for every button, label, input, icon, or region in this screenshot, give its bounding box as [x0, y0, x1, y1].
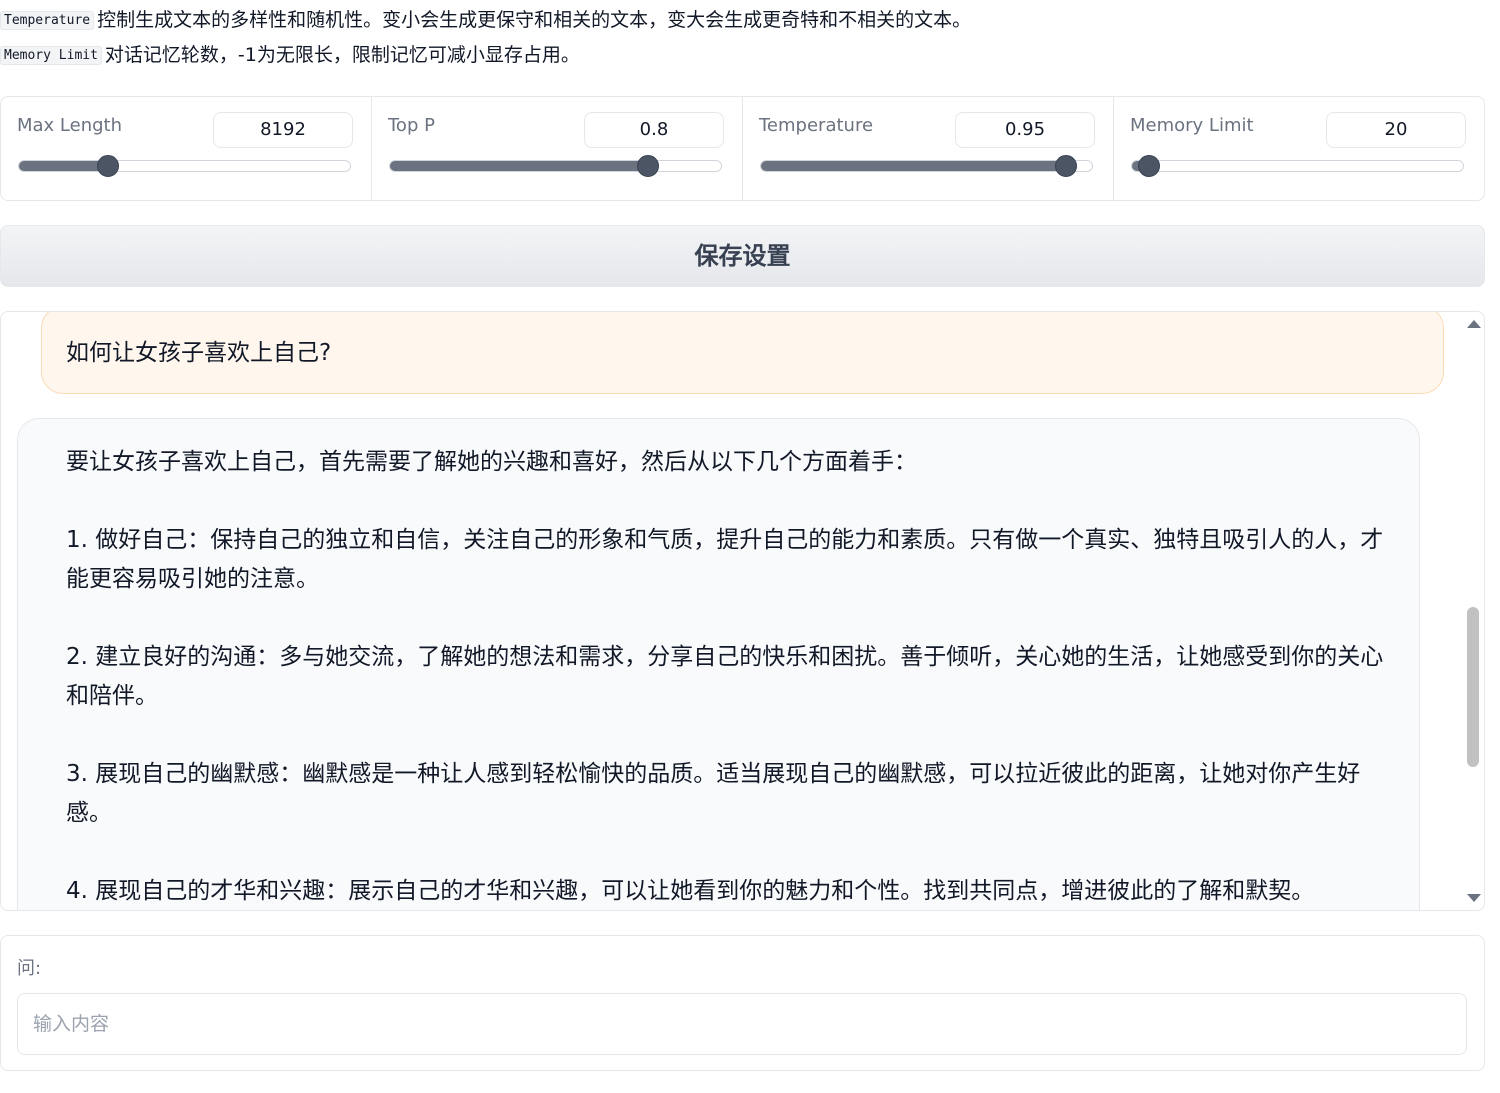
- top-p-number-input[interactable]: 0.8: [584, 112, 724, 148]
- max-length-number-input[interactable]: 8192: [213, 112, 353, 148]
- bot-paragraph: 2. 建立良好的沟通：多与她交流，了解她的想法和需求，分享自己的快乐和困扰。善于…: [66, 644, 1384, 709]
- memory-limit-slider-box: Memory Limit 20: [1114, 97, 1484, 200]
- temperature-slider-thumb[interactable]: [1054, 155, 1077, 177]
- temperature-number-input[interactable]: 0.95: [955, 112, 1095, 148]
- question-label: 问:: [17, 958, 42, 979]
- chat-window: 如何让女孩子喜欢上自己? 要让女孩子喜欢上自己，首先需要了解她的兴趣和喜好，然后…: [0, 311, 1485, 911]
- question-input[interactable]: [17, 993, 1467, 1055]
- memory-limit-slider-track[interactable]: [1131, 155, 1464, 177]
- memory-limit-label: Memory Limit: [1130, 115, 1254, 136]
- bot-paragraph: 3. 展现自己的幽默感：幽默感是一种让人感到轻松愉快的品质。适当展现自己的幽默感…: [66, 761, 1361, 826]
- temperature-help-text: 控制生成文本的多样性和随机性。变小会生成更保守和相关的文本，变大会生成更奇特和不…: [97, 9, 972, 31]
- chat-scrollbar[interactable]: [1462, 312, 1484, 910]
- slider-panel: Max Length 8192 Top P 0.8 Temperature 0.…: [0, 96, 1485, 201]
- question-panel: 问:: [0, 935, 1485, 1071]
- save-settings-button[interactable]: 保存设置: [0, 225, 1485, 287]
- scroll-thumb[interactable]: [1467, 607, 1479, 767]
- max-length-slider-box: Max Length 8192: [1, 97, 372, 200]
- temperature-slider-box: Temperature 0.95: [743, 97, 1114, 200]
- temperature-code: Temperature: [0, 11, 95, 30]
- temperature-help: Temperature 控制生成文本的多样性和随机性。变小会生成更保守和相关的文本…: [0, 8, 971, 35]
- top-p-slider-track[interactable]: [389, 155, 722, 177]
- memory-limit-code: Memory Limit: [0, 46, 102, 65]
- top-p-label: Top P: [388, 115, 435, 136]
- max-length-slider-thumb[interactable]: [97, 155, 120, 177]
- memory-limit-help: Memory Limit 对话记忆轮数，-1为无限长，限制记忆可减小显存占用。: [0, 43, 580, 70]
- temperature-slider-track[interactable]: [760, 155, 1093, 177]
- temperature-label: Temperature: [759, 115, 874, 136]
- memory-limit-help-text: 对话记忆轮数，-1为无限长，限制记忆可减小显存占用。: [104, 44, 580, 66]
- bot-paragraph: 1. 做好自己：保持自己的独立和自信，关注自己的形象和气质，提升自己的能力和素质…: [66, 527, 1384, 592]
- user-message: 如何让女孩子喜欢上自己?: [41, 312, 1444, 394]
- bot-paragraph: 4. 展现自己的才华和兴趣：展示自己的才华和兴趣，可以让她看到你的魅力和个性。找…: [66, 878, 1315, 904]
- max-length-slider-track[interactable]: [18, 155, 351, 177]
- scroll-up-arrow-icon[interactable]: [1467, 320, 1481, 328]
- top-p-slider-box: Top P 0.8: [372, 97, 743, 200]
- bot-message: 要让女孩子喜欢上自己，首先需要了解她的兴趣和喜好，然后从以下几个方面着手： 1.…: [17, 418, 1420, 910]
- scroll-down-arrow-icon[interactable]: [1467, 894, 1481, 902]
- max-length-label: Max Length: [17, 115, 123, 136]
- memory-limit-number-input[interactable]: 20: [1326, 112, 1466, 148]
- memory-limit-slider-thumb[interactable]: [1137, 155, 1160, 177]
- bot-paragraph: 要让女孩子喜欢上自己，首先需要了解她的兴趣和喜好，然后从以下几个方面着手：: [66, 449, 917, 475]
- top-p-slider-thumb[interactable]: [637, 155, 660, 177]
